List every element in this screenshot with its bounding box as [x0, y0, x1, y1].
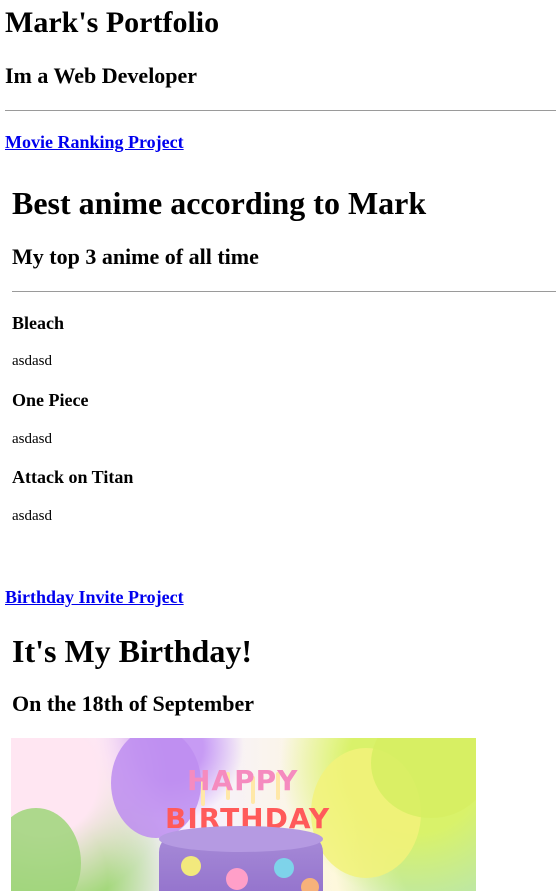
cake-top-shape — [159, 826, 323, 852]
page-title: Mark's Portfolio — [5, 6, 220, 39]
anime-item-name: Attack on Titan — [12, 467, 134, 487]
anime-item-description: asdasd — [12, 508, 52, 524]
anime-item-name: Bleach — [12, 313, 64, 333]
birthday-invite-project-link[interactable]: Birthday Invite Project — [5, 586, 184, 608]
cake-dot — [274, 858, 294, 878]
page-subtitle: Im a Web Developer — [5, 63, 198, 88]
anime-section-subtitle: My top 3 anime of all time — [12, 244, 259, 269]
anime-item-description: asdasd — [12, 353, 52, 369]
happy-lettering: HAPPY — [187, 764, 299, 797]
birthday-cake-image: HAPPY BIRTHDAY — [11, 738, 476, 891]
anime-section-title: Best anime according to Mark — [12, 185, 427, 221]
anime-item-description: asdasd — [12, 431, 52, 447]
birthday-section-title: It's My Birthday! — [12, 633, 252, 669]
cake-dot — [181, 856, 201, 876]
balloon-shape — [11, 808, 81, 891]
cake-dot — [226, 868, 248, 890]
birthday-section-subtitle: On the 18th of September — [12, 691, 254, 716]
movie-ranking-project-link[interactable]: Movie Ranking Project — [5, 131, 184, 153]
anime-item-name: One Piece — [12, 390, 89, 410]
portfolio-page: Mark's Portfolio Im a Web Developer Movi… — [0, 0, 556, 891]
header-divider — [5, 110, 556, 111]
cake-dot — [301, 878, 319, 891]
anime-divider — [12, 291, 556, 292]
